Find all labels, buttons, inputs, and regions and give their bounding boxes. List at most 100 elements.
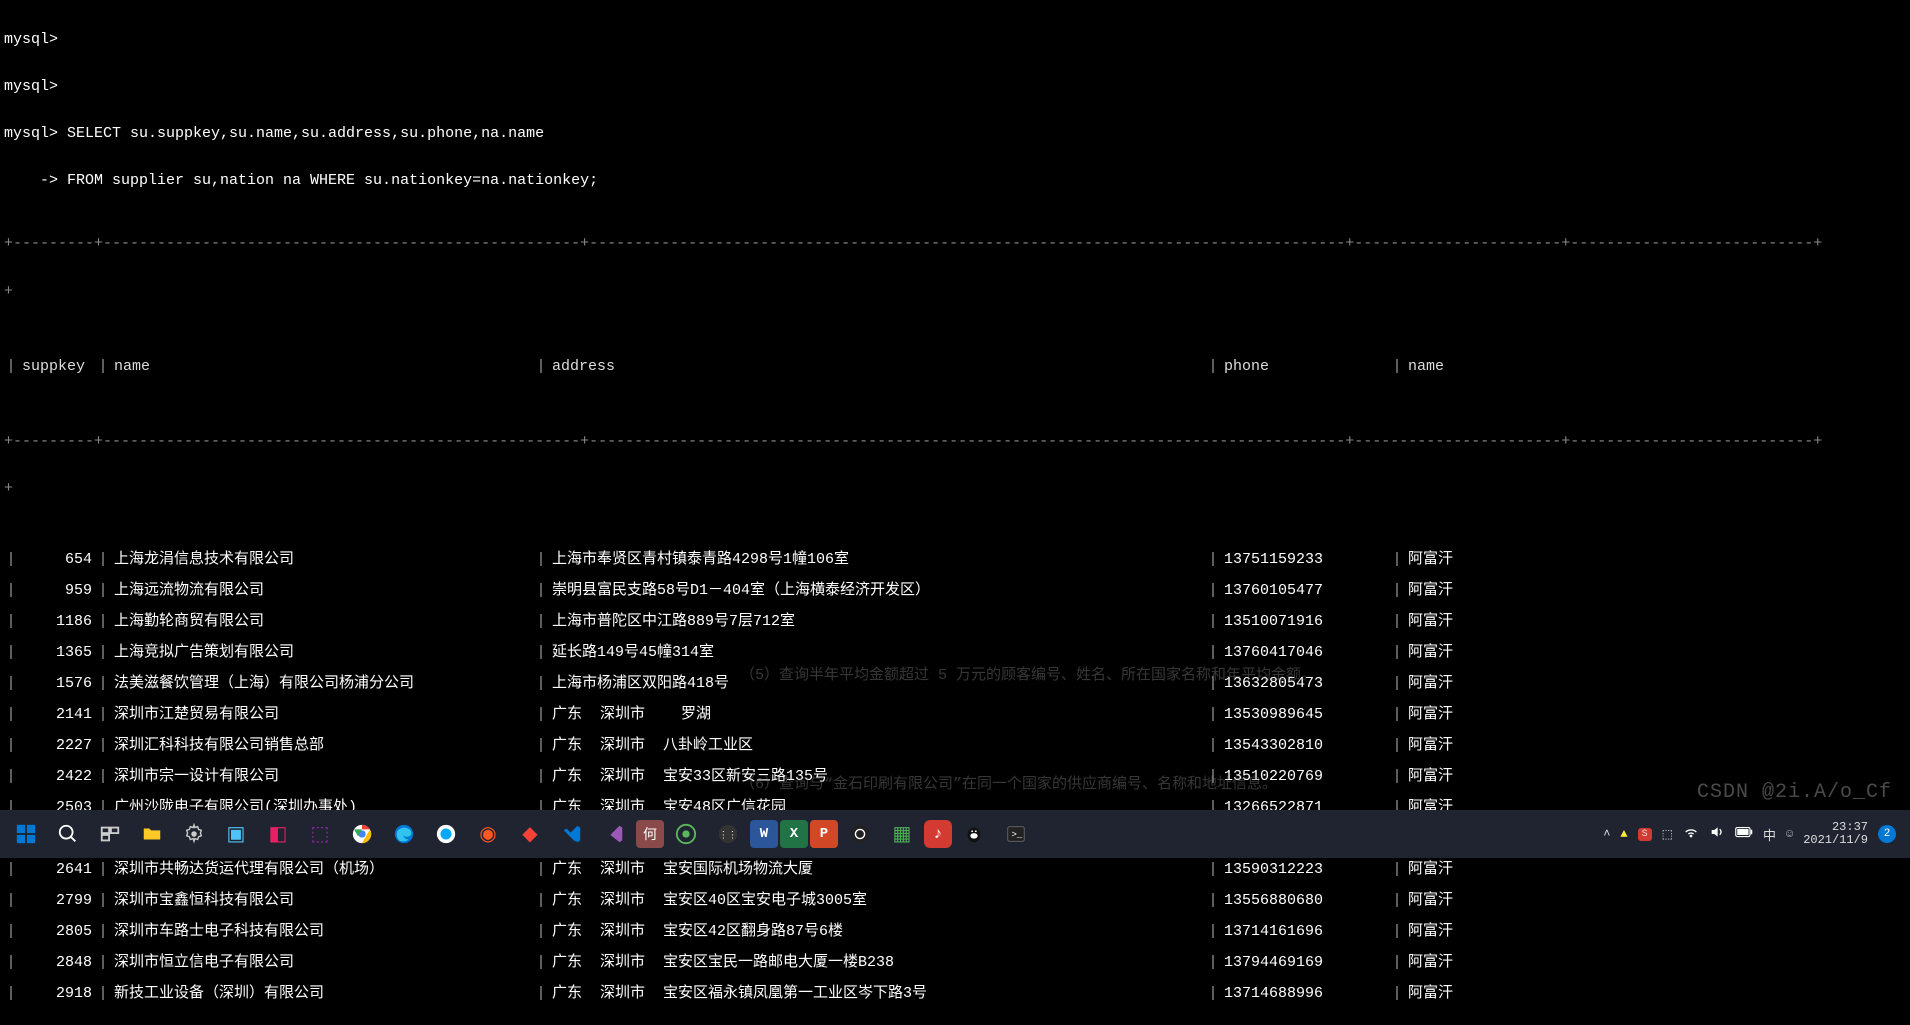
cell-nation: 阿富汗 [1404, 924, 1564, 940]
task-view-icon[interactable] [90, 814, 130, 854]
col-header-phone: phone [1220, 359, 1390, 375]
app-icon[interactable]: ▦ [882, 814, 922, 854]
excel-icon[interactable]: X [780, 820, 808, 848]
qq-icon[interactable] [954, 814, 994, 854]
cell-name: 深圳市江楚贸易有限公司 [110, 707, 534, 723]
pipe-icon: | [534, 862, 548, 878]
tray-app-icon[interactable]: ⬚ [1662, 827, 1673, 842]
netease-music-icon[interactable]: ♪ [924, 820, 952, 848]
cell-name: 上海远流物流有限公司 [110, 583, 534, 599]
cell-name: 深圳市宝鑫恒科技有限公司 [110, 893, 534, 909]
pipe-icon: | [1390, 583, 1404, 599]
pipe-icon: | [534, 645, 548, 661]
taskbar[interactable]: ▣ ◧ ⬚ ◉ ◆ 何 ⋮⋮ W X P ▦ ♪ >_ ˄ ▲ S ⬚ [0, 810, 1910, 858]
battery-icon[interactable] [1735, 826, 1753, 842]
app-icon[interactable] [666, 814, 706, 854]
obs-icon[interactable] [840, 814, 880, 854]
app-icon[interactable]: ◉ [468, 814, 508, 854]
cell-name: 深圳市宗一设计有限公司 [110, 769, 534, 785]
system-tray[interactable]: ˄ ▲ S ⬚ 中 ☺ 23:37 2021/11/9 2 [1603, 821, 1904, 847]
sql-line-1: mysql> SELECT su.suppkey,su.name,su.addr… [4, 126, 1906, 142]
pipe-icon: | [1390, 862, 1404, 878]
app-icon[interactable]: ◆ [510, 814, 550, 854]
table-row: |2805|深圳市车路士电子科技有限公司|广东 深圳市 宝安区42区翻身路87号… [4, 916, 1906, 947]
pipe-icon: | [534, 986, 548, 1002]
ime-mode-icon[interactable]: ☺ [1786, 827, 1793, 841]
pipe-icon: | [1390, 738, 1404, 754]
cell-nation: 阿富汗 [1404, 676, 1564, 692]
cell-address: 广东 深圳市 宝安区42区翻身路87号6楼 [548, 924, 1206, 940]
prompt-line: mysql> [4, 32, 1906, 48]
ime-indicator[interactable]: 中 [1763, 825, 1776, 844]
file-explorer-icon[interactable] [132, 814, 172, 854]
cell-address: 上海市普陀区中江路889号7层712室 [548, 614, 1206, 630]
table-separator: +---------+-----------------------------… [4, 434, 1906, 450]
cell-phone: 13751159233 [1220, 552, 1390, 568]
start-button[interactable] [6, 814, 46, 854]
settings-icon[interactable] [174, 814, 214, 854]
pipe-icon: | [1390, 769, 1404, 785]
pipe-icon: | [534, 955, 548, 971]
word-icon[interactable]: W [750, 820, 778, 848]
cell-phone: 13510071916 [1220, 614, 1390, 630]
pipe-icon: | [534, 893, 548, 909]
cell-suppkey: 2918 [18, 986, 96, 1002]
powerpoint-icon[interactable]: P [810, 820, 838, 848]
pipe-icon: | [1206, 924, 1220, 940]
pipe-icon: | [4, 738, 18, 754]
pipe-icon: | [1390, 676, 1404, 692]
cell-phone: 13714161696 [1220, 924, 1390, 940]
volume-icon[interactable] [1709, 824, 1725, 844]
cell-suppkey: 959 [18, 583, 96, 599]
cell-name: 深圳市共畅达货运代理有限公司（机场） [110, 862, 534, 878]
pipe-icon: | [534, 707, 548, 723]
pipe-icon: | [534, 924, 548, 940]
cell-suppkey: 2227 [18, 738, 96, 754]
pipe-icon: | [96, 955, 110, 971]
table-row: |2799|深圳市宝鑫恒科技有限公司|广东 深圳市 宝安区40区宝安电子城300… [4, 885, 1906, 916]
svg-text:>_: >_ [1011, 829, 1022, 840]
notification-badge[interactable]: 2 [1878, 825, 1896, 843]
app-icon[interactable]: ◧ [258, 814, 298, 854]
pipe-icon: | [96, 359, 110, 375]
tray-app-icon[interactable]: ▲ [1620, 827, 1627, 841]
pipe-icon: | [534, 769, 548, 785]
baidu-netdisk-icon[interactable] [426, 814, 466, 854]
cell-suppkey: 2422 [18, 769, 96, 785]
visual-studio-icon[interactable] [594, 814, 634, 854]
prompt-line: mysql> [4, 79, 1906, 95]
pipe-icon: | [4, 676, 18, 692]
cell-suppkey: 2641 [18, 862, 96, 878]
tray-chevron-icon[interactable]: ˄ [1603, 827, 1610, 841]
terminal-icon[interactable]: >_ [996, 814, 1036, 854]
cell-nation: 阿富汗 [1404, 707, 1564, 723]
app-icon[interactable]: ▣ [216, 814, 256, 854]
app-icon[interactable]: ⋮⋮ [708, 814, 748, 854]
pipe-icon: | [4, 359, 18, 375]
search-icon[interactable] [48, 814, 88, 854]
app-icon[interactable]: 何 [636, 820, 664, 848]
pipe-icon: | [534, 359, 548, 375]
col-header-suppkey: suppkey [18, 359, 96, 375]
pipe-icon: | [534, 614, 548, 630]
cell-address: 上海市奉贤区青村镇泰青路4298号1幢106室 [548, 552, 1206, 568]
table-row: |959|上海远流物流有限公司|崇明县富民支路58号D1－404室（上海横泰经济… [4, 575, 1906, 606]
cell-suppkey: 1186 [18, 614, 96, 630]
app-icon[interactable]: ⬚ [300, 814, 340, 854]
cell-nation: 阿富汗 [1404, 955, 1564, 971]
cell-suppkey: 654 [18, 552, 96, 568]
pipe-icon: | [96, 738, 110, 754]
tray-app-icon[interactable]: S [1638, 828, 1652, 841]
pipe-icon: | [1206, 359, 1220, 375]
pipe-icon: | [4, 707, 18, 723]
cell-address: 广东 深圳市 宝安国际机场物流大厦 [548, 862, 1206, 878]
chrome-icon[interactable] [342, 814, 382, 854]
pipe-icon: | [4, 862, 18, 878]
table-separator: + [4, 284, 1906, 300]
table-header-row: | suppkey | name | address | phone | nam… [4, 347, 1906, 387]
cell-suppkey: 2848 [18, 955, 96, 971]
wifi-icon[interactable] [1683, 824, 1699, 844]
clock[interactable]: 23:37 2021/11/9 [1803, 821, 1868, 847]
vscode-icon[interactable] [552, 814, 592, 854]
edge-icon[interactable] [384, 814, 424, 854]
